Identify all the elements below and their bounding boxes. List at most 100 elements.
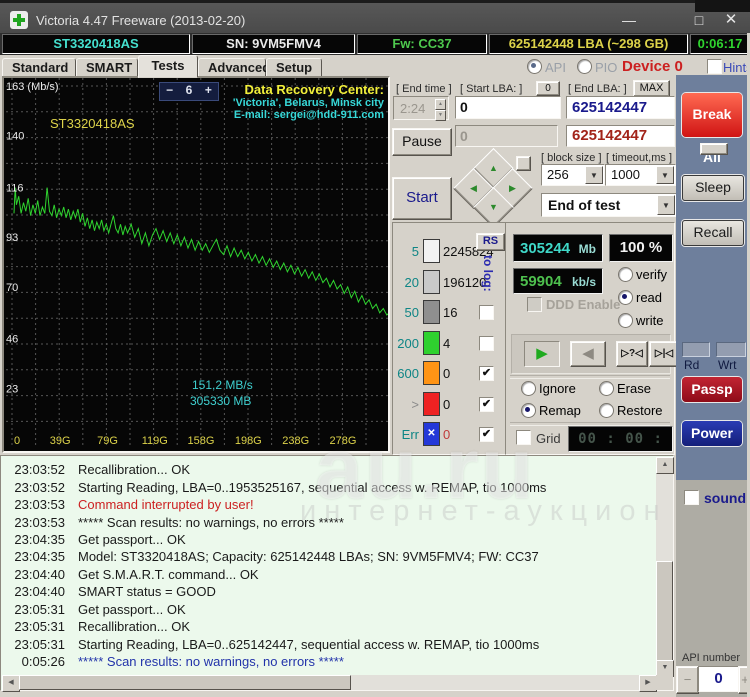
block-size-select[interactable]: 256 ▼ [541,164,605,186]
device-indicator: Device 0 [622,58,683,75]
seek-end-button[interactable]: ▷|◁ [649,341,679,367]
log-timestamp: 23:05:31 [14,619,65,635]
log-hscrollbar[interactable]: ◀ ▶ [2,675,657,692]
play-forward-button[interactable]: ▶ [524,341,560,367]
break-all-button[interactable]: Break All [682,93,742,165]
timeout-select[interactable]: 1000 ▼ [605,164,676,186]
svg-text:140: 140 [6,131,24,143]
log-timestamp: 23:04:35 [14,549,65,565]
end-time-spinner[interactable]: 2:24 ▲ ▼ [393,96,449,121]
cross-icon [13,18,25,22]
title-bar[interactable]: Victoria 4.47 Freeware (2013-02-20) — □ … [0,3,750,33]
scroll-left-icon[interactable]: ◀ [2,675,20,692]
timeout-value: 1000 [611,167,640,182]
scanned-mb-lcd: 305244 Mb [513,234,603,262]
end-action-select[interactable]: End of test ▼ [541,193,677,217]
tab-standard[interactable]: Standard [2,58,76,78]
read-mode-radio[interactable] [618,290,633,305]
bin-color-block [423,300,440,324]
start-button[interactable]: Start [392,177,452,220]
minimize-button[interactable]: — [614,10,644,30]
bin-count: 4 [443,335,451,351]
graph-zoom-control: − 6 + [159,82,219,101]
close-button[interactable]: ✕ [716,10,746,30]
log-timestamp: 23:03:52 [14,462,65,478]
bin-log-checkbox[interactable] [479,396,494,412]
sleep-button[interactable]: Sleep [682,175,744,201]
log-timestamp: 23:04:35 [14,531,65,547]
write-mode-radio[interactable] [618,313,633,328]
maximize-button[interactable]: □ [686,10,712,30]
log-vscrollbar[interactable]: ▲ ▼ [656,457,674,677]
dropdown-arrow-icon[interactable]: ▼ [656,166,674,184]
vscroll-thumb[interactable] [656,561,673,663]
max-lba-button[interactable]: MAX [633,80,670,97]
end-lba-input[interactable]: 625142447 [566,96,675,119]
mini-indicator-button[interactable] [700,143,728,155]
start-lba-input[interactable]: 0 [455,96,561,119]
timeout-label: [ timeout,ms ] [606,152,673,164]
log-line: 23:03:53 Command interrupted by user! [3,496,655,513]
recall-button[interactable]: Recall [682,220,744,246]
zoom-out-button[interactable]: − [160,83,179,100]
screen-edge [695,0,750,12]
start-lba-secondary: 0 [455,125,558,147]
pad-option-box[interactable] [516,156,531,171]
hscroll-thumb[interactable] [19,675,351,690]
dropdown-arrow-icon[interactable]: ▼ [657,195,675,215]
play-backward-button[interactable]: ◀ [570,341,606,367]
verify-mode-radio[interactable] [618,267,633,282]
block-size-label: [ block size ] [541,152,602,164]
pio-radio[interactable] [577,59,592,74]
scroll-right-icon[interactable]: ▶ [639,675,657,692]
erase-label: Erase [617,381,651,396]
end-action-value: End of test [548,197,621,213]
erase-radio[interactable] [599,381,614,396]
api-radio[interactable] [527,59,542,74]
tab-smart[interactable]: SMART [76,58,138,78]
bin-log-checkbox[interactable] [479,427,494,442]
api-number-minus-button[interactable]: − [676,666,699,694]
dropdown-arrow-icon[interactable]: ▼ [585,166,603,184]
bin-log-checkbox[interactable] [479,305,494,320]
bin-log-checkbox[interactable] [479,366,494,381]
spin-down-icon[interactable]: ▼ [435,110,446,121]
bin-log-checkbox[interactable] [479,335,494,351]
api-number-value[interactable]: 0 [698,666,739,692]
tab-setup[interactable]: Setup [266,58,322,78]
remap-radio[interactable] [521,403,536,418]
tab-advanced[interactable]: Advanced [198,58,270,78]
seek-question-button[interactable]: ▷?◁ [616,341,648,367]
svg-text:70: 70 [6,282,18,294]
zoom-in-button[interactable]: + [199,83,218,100]
power-button[interactable]: Power [682,421,742,446]
log-timestamp: 23:05:31 [14,636,65,652]
zero-lba-button[interactable]: 0 [536,81,560,96]
percent-lcd: 100 % [609,234,673,262]
log-timestamp: 23:03:53 [14,497,65,513]
scanned-mb-value: 305244 [520,240,571,257]
bin-label: > [411,396,419,412]
svg-text:116: 116 [6,183,24,195]
scroll-up-icon[interactable]: ▲ [656,457,674,474]
pause-button[interactable]: Pause [392,128,452,156]
passport-button[interactable]: Passp [682,377,742,402]
hints-checkbox[interactable] [707,59,722,74]
start-lba-label: [ Start LBA: ] [460,83,523,95]
tab-bar: Standard SMART Tests Advanced Setup API … [0,55,750,78]
bin-color-block [423,361,440,385]
sound-checkbox[interactable] [684,490,699,505]
drc-banner-email: E-mail: sergei@hdd-911.com [233,109,384,121]
ignore-radio[interactable] [521,381,536,396]
end-time-spin-buttons[interactable]: ▲ ▼ [435,99,446,121]
spin-up-icon[interactable]: ▲ [435,99,446,110]
ddd-enable-checkbox[interactable] [527,297,542,312]
rs-button[interactable]: RS [476,233,505,251]
grid-checkbox[interactable] [516,430,531,445]
tab-tests[interactable]: Tests [138,55,198,78]
bin-count: 196120 [443,274,487,290]
window-title: Victoria 4.47 Freeware (2013-02-20) [36,13,246,28]
svg-text:79G: 79G [97,435,118,447]
scanned-mb-unit: Mb [578,242,596,256]
restore-radio[interactable] [599,403,614,418]
